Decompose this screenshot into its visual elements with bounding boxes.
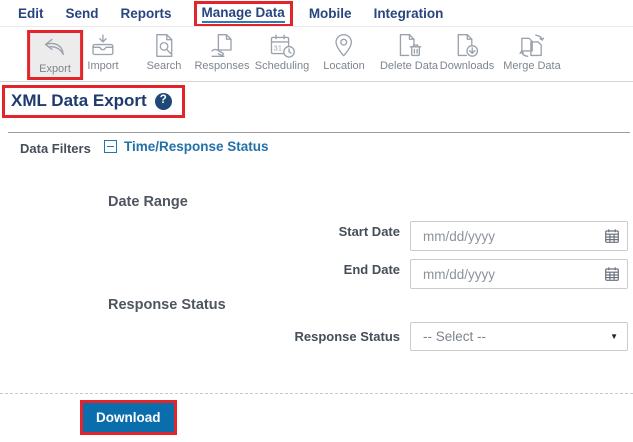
downloads-icon [453,32,480,59]
selected-option: -- Select -- [423,329,486,344]
end-date-input[interactable] [410,259,628,289]
data-filters-label: Data Filters [20,141,91,156]
nav-item-mobile[interactable]: Mobile [309,6,352,21]
annotation-box-manage-data: Manage Data [194,1,293,27]
section-toggle-time-response-status[interactable]: Time/Response Status [104,139,269,154]
manage-data-toolbar: Export Import Search [0,26,633,82]
top-nav: Edit Send Reports Manage Data Mobile Int… [0,0,633,26]
toolbar-item-label: Delete Data [380,60,438,72]
toolbar-item-merge-data[interactable]: Merge Data [497,30,566,74]
toolbar-item-label: Responses [194,60,249,72]
collapse-minus-icon[interactable] [104,140,117,153]
start-date-calendar-icon[interactable] [604,228,620,244]
annotation-box-title: XML Data Export ? [2,85,185,118]
footer-divider [0,393,633,394]
date-range-heading: Date Range [108,194,188,210]
response-status-label: Response Status [280,329,400,344]
toolbar-item-responses[interactable]: Responses [188,30,255,74]
title-row: XML Data Export ? [2,85,185,118]
toolbar-item-label: Merge Data [503,60,560,72]
app-window: Edit Send Reports Manage Data Mobile Int… [0,0,633,442]
annotation-box-download: Download [80,400,177,435]
search-icon [150,32,177,59]
response-status-field: -- Select -- ▼ [410,322,628,351]
scheduling-icon: 31 [269,32,296,59]
nav-item-send[interactable]: Send [66,6,99,21]
import-icon [90,32,117,59]
start-date-label: Start Date [280,224,400,239]
toolbar-item-location[interactable]: Location [317,30,371,74]
toolbar-item-import[interactable]: Import [81,30,124,74]
nav-item-edit[interactable]: Edit [18,6,44,21]
toolbar-item-label: Search [147,60,182,72]
location-icon [331,32,358,59]
responses-icon [208,32,235,59]
svg-text:31: 31 [273,43,281,52]
title-divider [8,132,630,133]
start-date-field [410,221,628,251]
merge-data-icon [518,32,545,59]
response-status-heading: Response Status [108,297,226,313]
end-date-field [410,259,628,289]
toolbar-item-scheduling[interactable]: 31 Scheduling [249,30,315,74]
section-label: Time/Response Status [124,139,269,154]
end-date-label: End Date [280,262,400,277]
help-icon[interactable]: ? [155,93,172,110]
download-button[interactable]: Download [83,403,174,432]
response-status-select[interactable]: -- Select -- ▼ [410,322,628,351]
delete-data-icon [396,32,423,59]
export-icon [41,35,68,62]
toolbar-item-label: Downloads [440,60,494,72]
toolbar-item-label: Export [39,63,71,75]
nav-item-reports[interactable]: Reports [121,6,172,21]
end-date-calendar-icon[interactable] [604,266,620,282]
page-title: XML Data Export [11,91,147,111]
toolbar-item-search[interactable]: Search [141,30,188,74]
toolbar-item-downloads[interactable]: Downloads [434,30,500,74]
start-date-input[interactable] [410,221,628,251]
toolbar-item-label: Scheduling [255,60,309,72]
toolbar-item-label: Location [323,60,365,72]
nav-item-integration[interactable]: Integration [374,6,444,21]
toolbar-item-label: Import [87,60,118,72]
toolbar-item-export[interactable]: Export [27,30,83,80]
dropdown-arrow-icon: ▼ [610,332,618,341]
nav-item-manage-data[interactable]: Manage Data [202,5,285,23]
